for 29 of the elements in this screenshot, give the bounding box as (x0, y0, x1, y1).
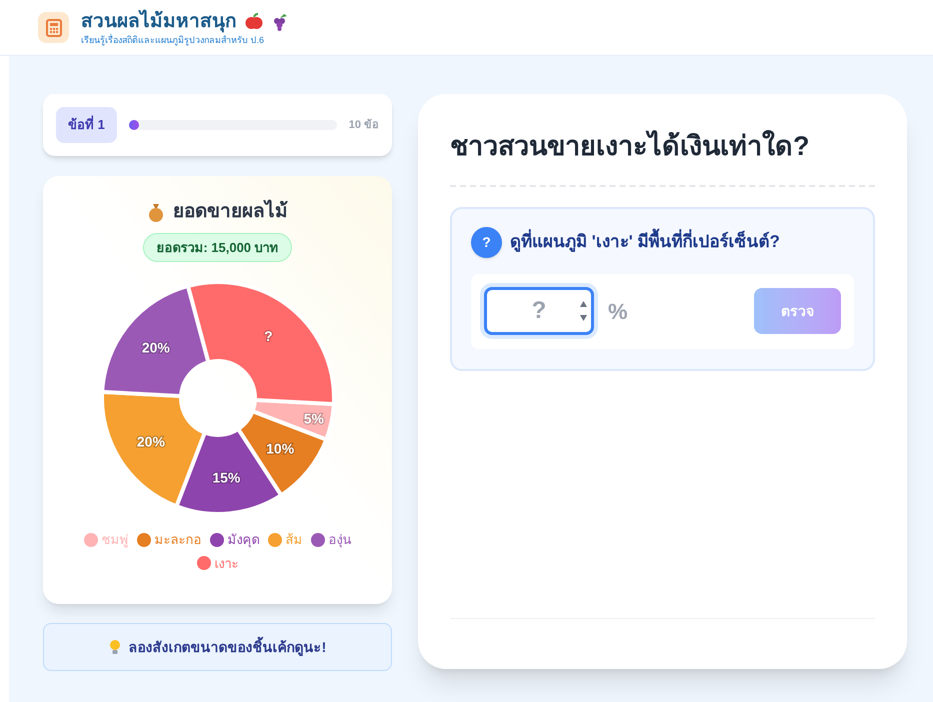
lightbulb-icon (108, 639, 121, 655)
slice-label: 20% (141, 340, 170, 356)
question-title: ชาวสวนขายเงาะได้เงินเท่าใด? (450, 126, 875, 186)
total-sales-badge: ยอดรวม: 15,000 บาท (143, 232, 292, 262)
answer-field[interactable]: ? (484, 287, 594, 335)
app-title: สวนผลไม้มหาสนุก (81, 10, 237, 32)
slice-label: 15% (212, 470, 240, 486)
apple-icon (245, 12, 263, 30)
slice-label: 10% (266, 440, 294, 456)
legend-label: ส้ม (286, 531, 302, 549)
calculator-icon (38, 12, 69, 43)
legend-label: เงาะ (214, 554, 238, 572)
legend-label: มังคุด (228, 531, 260, 550)
legend-label: องุ่น (328, 531, 352, 550)
hint-text: ลองสังเกตขนาดของชิ้นเค้กดูนะ! (128, 636, 326, 658)
chart-title: ยอดขายผลไม้ (173, 198, 288, 224)
slice-label: 5% (303, 410, 324, 426)
total-questions: 10 ข้อ (348, 118, 379, 133)
question-badge: ? (471, 226, 502, 258)
legend-label: ชมพู่ (102, 531, 128, 550)
grapes-icon (271, 12, 289, 30)
legend-label: มะละกอ (154, 531, 202, 549)
money-bag-icon (147, 202, 165, 222)
slice-label: ? (264, 328, 272, 344)
question-number: ข้อที่ 1 (56, 107, 117, 143)
slice-label: 20% (136, 434, 164, 450)
app-subtitle: เรียนรู้เรื่องสถิติและแผนภูมิรูปวงกลมสำหรับ ป.6 (81, 34, 289, 46)
percent-unit: % (608, 298, 628, 326)
question-prompt: ดูที่แผนภูมิ 'เงาะ' มีพื้นที่กี่เปอร์เซ็นต์? (510, 229, 780, 255)
